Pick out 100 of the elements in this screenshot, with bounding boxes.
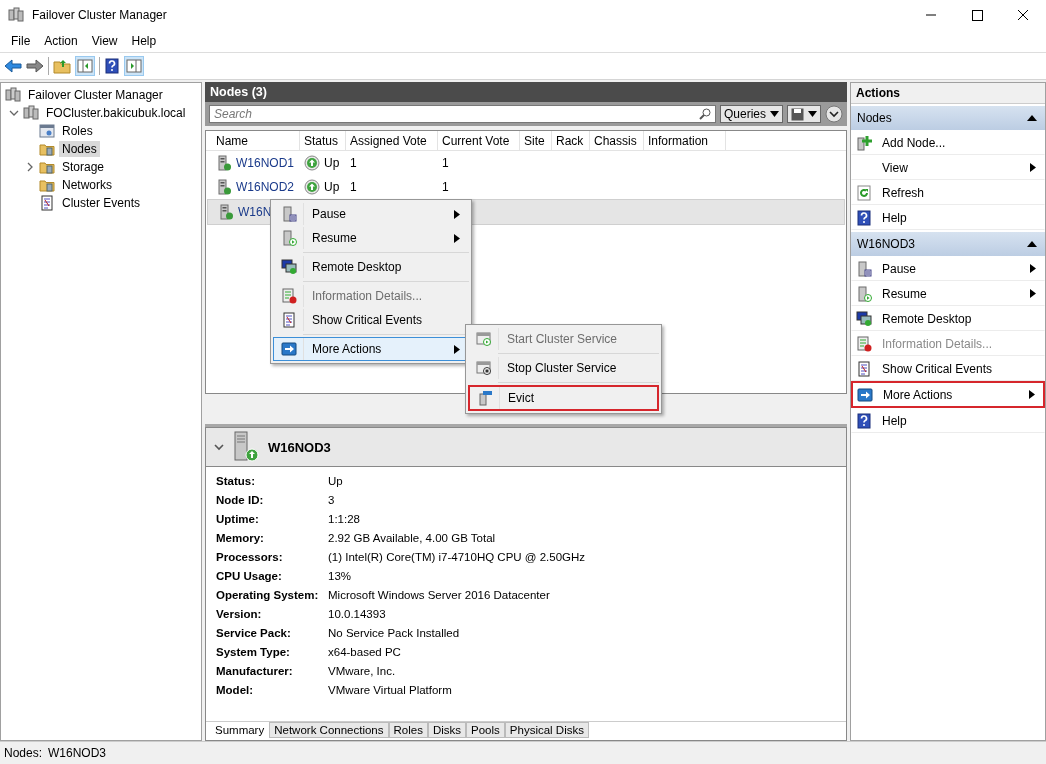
task-link[interactable]: More Actions [851, 381, 1045, 408]
task-link[interactable]: Pause [851, 256, 1045, 281]
server-resume-icon [856, 285, 872, 302]
column-header[interactable]: Assigned Vote [346, 131, 438, 150]
task-link[interactable]: Help [851, 205, 1045, 230]
queries-button[interactable]: Queries [719, 105, 783, 123]
column-header[interactable]: Name [212, 131, 300, 150]
property-value: VMware Virtual Platform [328, 683, 452, 696]
node-name: W16NOD1 [236, 156, 294, 170]
event-log-icon [856, 360, 872, 377]
property-value: 2.92 GB Available, 4.00 GB Total [328, 531, 496, 544]
tree-item[interactable]: Roles [59, 123, 96, 139]
column-header[interactable]: Chassis [590, 131, 644, 150]
menu-item[interactable]: View [84, 32, 125, 50]
tab[interactable]: Roles [388, 722, 428, 738]
server-icon [232, 431, 260, 463]
forward-icon[interactable] [26, 58, 44, 74]
collapse-icon[interactable] [1027, 241, 1037, 247]
property-label: Version: [216, 607, 263, 620]
menu-item[interactable]: Resume [273, 226, 469, 250]
node-name: W16NOD2 [236, 180, 294, 194]
task-link[interactable]: Help [851, 408, 1045, 433]
column-header[interactable]: Current Vote [438, 131, 520, 150]
tab[interactable]: Physical Disks [504, 722, 589, 738]
search-field[interactable]: Search [209, 105, 716, 123]
up-folder-icon[interactable] [53, 57, 71, 75]
menu-item[interactable]: Remote Desktop [273, 255, 469, 279]
collapse-icon[interactable] [1027, 115, 1037, 121]
task-link[interactable]: View [851, 155, 1045, 180]
column-header[interactable]: Site [520, 131, 552, 150]
tree-item[interactable]: Networks [59, 177, 115, 193]
search-icon [698, 108, 711, 120]
pane-toggle-icon[interactable] [124, 56, 144, 76]
menu-item[interactable]: Show Critical Events [273, 308, 469, 332]
tree-item[interactable]: Cluster Events [59, 195, 144, 211]
information-icon [280, 288, 297, 304]
task-link[interactable]: Resume [851, 281, 1045, 306]
tree-item[interactable]: Nodes [59, 141, 100, 157]
collapse-chevron-icon[interactable] [214, 443, 224, 451]
service-start-icon [475, 331, 492, 347]
property-label: CPU Usage: [216, 569, 283, 582]
server-pause-icon [856, 260, 872, 277]
submenu-arrow-icon [1030, 264, 1036, 273]
dropdown-arrow-icon [770, 111, 779, 117]
server-icon [218, 204, 234, 220]
add-server-icon [856, 134, 872, 151]
column-header[interactable]: Information [644, 131, 726, 150]
menu-item[interactable]: Evict [468, 385, 659, 411]
task-link[interactable]: Remote Desktop [851, 306, 1045, 331]
pane-toggle-icon[interactable] [75, 56, 95, 76]
section-header[interactable]: W16NOD3 [851, 232, 1045, 256]
property-label: Processors: [216, 550, 284, 563]
table-cell-text: 1 [350, 180, 358, 194]
collapse-chevron-icon[interactable] [25, 162, 35, 172]
help-icon [104, 58, 120, 74]
task-link[interactable]: Show Critical Events [851, 356, 1045, 381]
node-name: W16N [238, 205, 272, 219]
property-value: 1:1:28 [328, 512, 360, 525]
expand-chevron-icon[interactable] [9, 108, 19, 118]
folder-server-icon [39, 141, 55, 157]
status-label: Nodes: [4, 746, 43, 760]
task-link[interactable]: Add Node... [851, 130, 1045, 155]
pane-title: Actions [851, 83, 1045, 104]
task-link[interactable]: Refresh [851, 180, 1045, 205]
table-cell-text: 1 [442, 180, 450, 194]
back-icon[interactable] [4, 58, 22, 74]
property-value: Up [328, 474, 343, 487]
submenu-arrow-icon [1030, 163, 1036, 172]
property-label: Service Pack: [216, 626, 292, 639]
menu-item[interactable]: Help [124, 32, 164, 50]
column-header[interactable]: Rack [552, 131, 590, 150]
status-up-icon [304, 155, 320, 171]
menu-item[interactable]: Action [37, 32, 85, 50]
tree-item[interactable]: FOCluster.bakicubuk.local [43, 105, 189, 121]
tab[interactable]: Pools [466, 722, 505, 738]
menu-item[interactable]: Stop Cluster Service [468, 356, 659, 380]
property-label: System Type: [216, 645, 291, 658]
tab[interactable]: Disks [427, 722, 467, 738]
tree-item[interactable]: Failover Cluster Manager [25, 87, 166, 103]
menu-item[interactable]: File [4, 32, 38, 50]
property-label: Uptime: [216, 512, 260, 525]
help-icon [856, 412, 872, 429]
roles-icon [39, 123, 55, 139]
pane-title: Nodes (3) [205, 82, 847, 102]
property-value: 3 [328, 493, 335, 506]
refresh-icon [856, 184, 872, 201]
dropdown-arrow-icon [808, 111, 817, 117]
property-value: VMware, Inc. [328, 664, 396, 677]
status-value: W16NOD3 [48, 746, 107, 760]
property-value: 13% [328, 569, 352, 582]
table-row[interactable]: W16NOD2 Up 1 1 [206, 175, 846, 199]
menu-item[interactable]: Pause [273, 202, 469, 226]
expand-icon[interactable] [825, 105, 843, 123]
tree-item[interactable]: Storage [59, 159, 108, 175]
tab[interactable]: Network Connections [269, 722, 389, 738]
event-log-icon [280, 312, 297, 328]
save-query-button[interactable] [787, 105, 821, 123]
table-row[interactable]: W16NOD1 Up 1 1 [206, 151, 846, 175]
column-header[interactable]: Status [300, 131, 346, 150]
section-header[interactable]: Nodes [851, 106, 1045, 130]
